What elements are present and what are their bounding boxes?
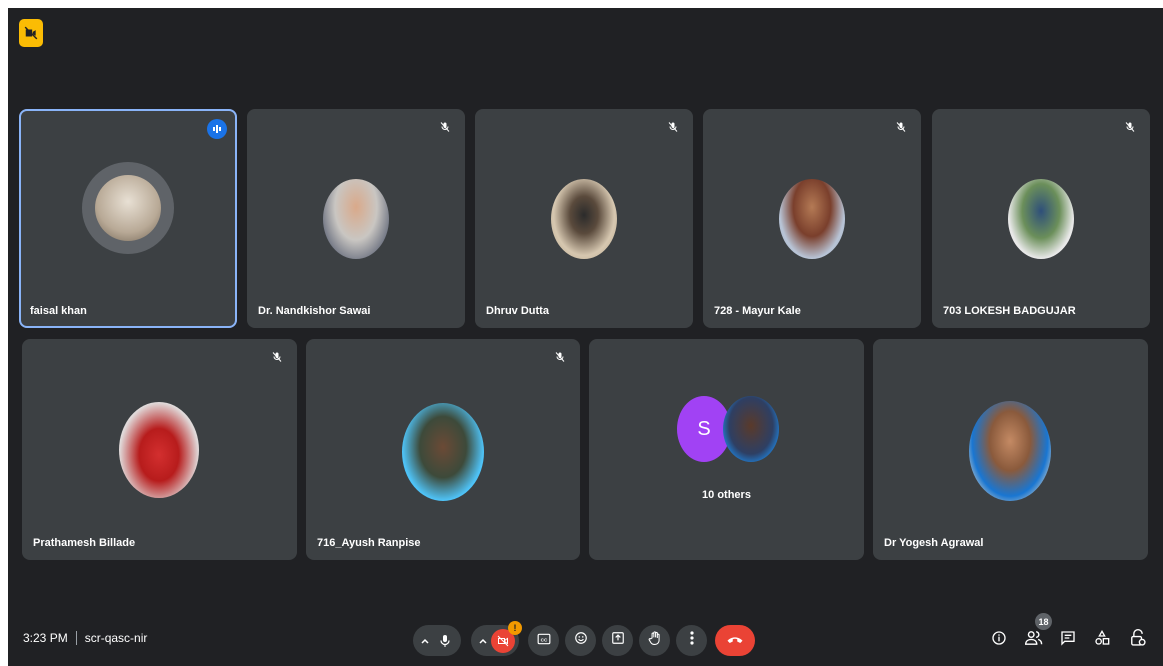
participant-name: Dr. Nandkishor Sawai <box>258 305 371 317</box>
mic-off-icon <box>552 349 568 365</box>
participant-name: 716_Ayush Ranpise <box>317 537 421 549</box>
meeting-code: scr-qasc-nir <box>84 631 148 645</box>
mic-icon[interactable] <box>433 629 457 653</box>
avatar <box>779 179 845 259</box>
captions-button[interactable]: CC <box>528 625 559 656</box>
meet-window: faisal khan Dr. Nandkishor Sawai Dhruv D… <box>8 8 1163 666</box>
participant-tile[interactable]: 728 - Mayur Kale <box>703 109 921 328</box>
divider <box>75 631 77 645</box>
raise-hand-button[interactable] <box>639 625 670 656</box>
participant-name: Prathamesh Billade <box>33 537 136 549</box>
clock-time: 3:23 PM <box>23 631 68 645</box>
others-tile[interactable]: S 10 others <box>589 339 864 560</box>
people-button[interactable] <box>1024 630 1044 650</box>
chat-icon <box>1060 630 1076 651</box>
captions-icon: CC <box>537 632 551 650</box>
chevron-up-icon[interactable] <box>475 638 491 644</box>
info-icon <box>991 630 1007 651</box>
emoji-icon <box>574 631 588 650</box>
others-count-label: 10 others <box>702 489 751 501</box>
reactions-button[interactable] <box>565 625 596 656</box>
mic-off-icon <box>893 119 909 135</box>
avatar <box>723 396 779 462</box>
participant-tile[interactable]: Dhruv Dutta <box>475 109 693 328</box>
participant-tile[interactable]: 703 LOKESH BADGUJAR <box>932 109 1150 328</box>
participant-name: faisal khan <box>30 305 87 317</box>
participant-tile[interactable]: Prathamesh Billade <box>22 339 297 560</box>
host-controls-icon <box>1130 628 1146 652</box>
chevron-up-icon[interactable] <box>417 638 433 644</box>
participant-tile[interactable]: Dr Yogesh Agrawal <box>873 339 1148 560</box>
end-call-button[interactable] <box>715 625 755 656</box>
meeting-info-button[interactable] <box>989 630 1009 650</box>
avatar <box>323 179 389 259</box>
end-call-icon <box>726 632 744 650</box>
people-icon <box>1024 630 1043 651</box>
mic-off-icon <box>665 119 681 135</box>
meeting-details: 3:23 PM scr-qasc-nir <box>23 631 147 645</box>
camera-off-warning-icon[interactable] <box>19 19 43 47</box>
avatar <box>551 179 617 259</box>
more-options-icon <box>689 631 694 650</box>
present-button[interactable] <box>602 625 633 656</box>
avatar <box>95 175 161 241</box>
mic-off-icon <box>1122 119 1138 135</box>
participant-count-badge: 18 <box>1035 613 1052 630</box>
raise-hand-icon <box>648 630 662 651</box>
participant-name: 703 LOKESH BADGUJAR <box>943 305 1076 317</box>
participant-tile[interactable]: 716_Ayush Ranpise <box>306 339 580 560</box>
avatar <box>402 403 484 501</box>
chat-button[interactable] <box>1058 630 1078 650</box>
participant-name: 728 - Mayur Kale <box>714 305 801 317</box>
participant-name: Dhruv Dutta <box>486 305 549 317</box>
participant-name: Dr Yogesh Agrawal <box>884 537 984 549</box>
present-icon <box>611 631 625 650</box>
host-controls-button[interactable] <box>1128 628 1148 652</box>
speaking-indicator-icon <box>207 119 227 139</box>
avatar <box>969 401 1051 501</box>
avatar <box>1008 179 1074 259</box>
avatar <box>119 402 199 498</box>
activities-icon <box>1094 629 1110 651</box>
participant-tile[interactable]: faisal khan <box>19 109 237 328</box>
mic-control[interactable] <box>413 625 461 656</box>
more-options-button[interactable] <box>676 625 707 656</box>
svg-text:CC: CC <box>540 637 547 642</box>
mic-off-icon <box>437 119 453 135</box>
activities-button[interactable] <box>1092 629 1112 651</box>
mic-off-icon <box>269 349 285 365</box>
alert-badge: ! <box>508 621 522 635</box>
participant-tile[interactable]: Dr. Nandkishor Sawai <box>247 109 465 328</box>
